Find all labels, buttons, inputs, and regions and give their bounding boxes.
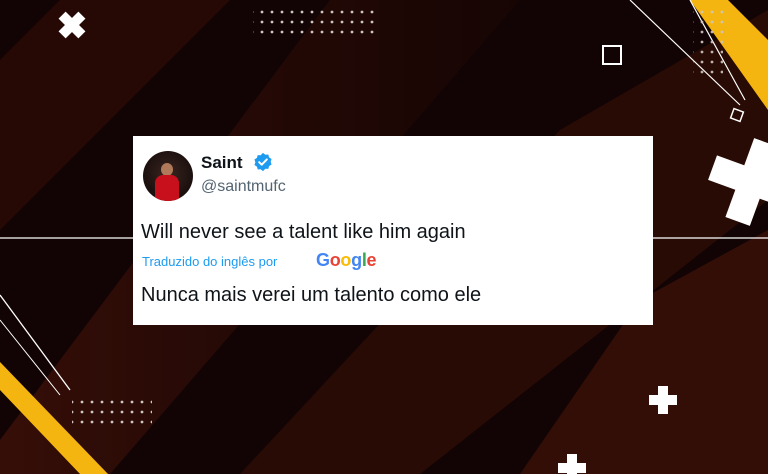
verified-badge-icon bbox=[254, 152, 272, 172]
tweet-text: Will never see a talent like him again bbox=[141, 221, 466, 243]
google-logo: Google bbox=[316, 250, 377, 270]
translated-by-label: Traduzido do inglês por bbox=[142, 254, 278, 269]
dot-grid-icon bbox=[693, 8, 723, 80]
user-handle[interactable]: @saintmufc bbox=[201, 178, 286, 196]
translated-text: Nunca mais verei um talento como ele bbox=[141, 284, 482, 306]
tweet-card[interactable]: Saint @saintmufc Will never see a talent… bbox=[133, 136, 653, 325]
dot-grid-icon bbox=[72, 398, 152, 428]
avatar-shirt bbox=[155, 175, 179, 201]
graphic-canvas: Saint @saintmufc Will never see a talent… bbox=[0, 0, 768, 474]
display-name[interactable]: Saint bbox=[201, 153, 243, 173]
square-outline-icon bbox=[602, 45, 622, 65]
avatar[interactable] bbox=[143, 151, 193, 201]
dot-grid-icon bbox=[253, 10, 378, 40]
